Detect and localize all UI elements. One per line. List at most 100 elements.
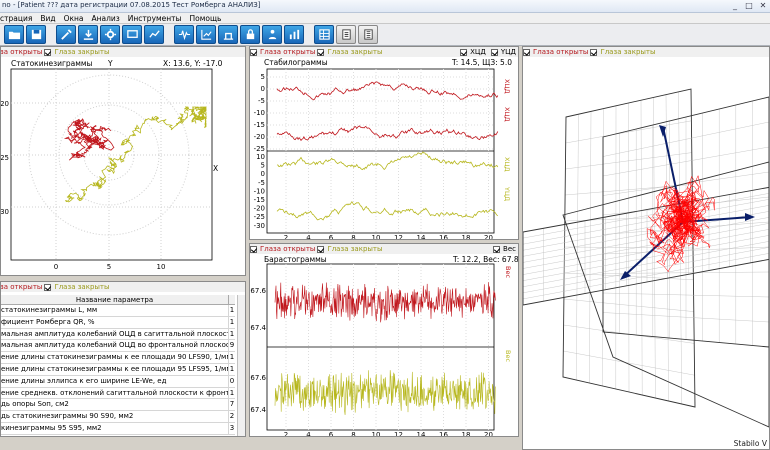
param-name: мальная амплитуда колебаний ОЦД в сагитт… <box>1 329 228 338</box>
menu-help[interactable]: Помощь <box>189 13 221 23</box>
param-value: 9 <box>228 340 235 352</box>
menu-bar: страция Вид Окна Анализ Инструменты Помо… <box>0 13 770 24</box>
pulse-icon[interactable] <box>174 25 194 44</box>
baro-x-tick: 10 <box>372 431 381 437</box>
param-name: ение длины эллипса к его ширине LE-We, е… <box>1 376 167 385</box>
param-name: ение среднекв. отклонений сагиттальной п… <box>1 388 228 397</box>
view3d-bg <box>523 57 769 449</box>
table-row[interactable]: мальная амплитуда колебаний ОЦД в сагитт… <box>1 328 235 341</box>
table-legend: Глаза открыты Глаза закрыты <box>1 282 245 292</box>
stato-x-axis-label: X <box>213 164 219 173</box>
param-value: 1 <box>228 363 235 375</box>
param-name: дь опоры Sоп, см2 <box>1 400 69 409</box>
statokinesigram-panel: Глаза открыты Глаза закрыты Статокинезиг… <box>0 46 246 276</box>
view3d-label: Stabilo V <box>733 439 767 448</box>
params-table-header: Название параметра <box>1 295 235 305</box>
statistics-icon[interactable] <box>196 25 216 44</box>
menu-analysis[interactable]: Анализ <box>92 13 120 23</box>
stato-y-tick: -30 <box>0 208 9 216</box>
param-name: мальная амплитуда колебаний ОЦД во фронт… <box>1 341 228 350</box>
baro-side-label: Вес <box>504 266 512 278</box>
stabilogram-plot[interactable]: 50-5-10-15-20-251050-5-10-15-20-25-302 4 6… <box>250 47 519 240</box>
menu-windows[interactable]: Окна <box>64 13 84 23</box>
stab-upper-tick: -25 <box>254 145 265 153</box>
baro-x-tick: 2 <box>284 431 288 437</box>
lock-icon[interactable] <box>240 25 260 44</box>
stab-lower-tick: 0 <box>261 170 265 178</box>
stabilogram-panel: Глаза открыты Глаза закрыты ХЦД YЦД Стаб… <box>249 46 519 240</box>
stab-lower-tick: -30 <box>254 222 265 230</box>
menu-view[interactable]: Вид <box>40 13 55 23</box>
table-row[interactable]: ение длины статокинезиграммы к ее площад… <box>1 363 235 376</box>
baro-tick: 67.6 <box>250 287 266 295</box>
param-value: 3 <box>228 422 235 434</box>
title-bar: no - [Patient ??? дата регистрации 07.08… <box>0 0 770 13</box>
tools-icon[interactable] <box>56 25 76 44</box>
stab-x-tick: 18 <box>462 234 471 240</box>
table-row[interactable]: ение среднекв. отклонений сагиттальной п… <box>1 387 235 400</box>
stab-upper-tick: -5 <box>258 97 265 105</box>
param-value: 0 <box>228 375 235 387</box>
baro-x-tick: 18 <box>462 431 471 437</box>
document-icon[interactable] <box>336 25 356 44</box>
param-name: ение длины статокинезиграммы к ее площад… <box>1 364 228 373</box>
stab-lower-tick: -10 <box>254 187 265 195</box>
stab-upper-tick: -20 <box>254 133 265 141</box>
stato-x-tick: 10 <box>157 263 166 271</box>
stato-x-tick: 5 <box>107 263 111 271</box>
view3d-canvas[interactable] <box>523 47 770 450</box>
baro-x-tick: 6 <box>329 431 334 437</box>
chart-icon[interactable] <box>144 25 164 44</box>
baro-x-tick: 14 <box>417 431 426 437</box>
stab-lower-tick: 5 <box>261 162 265 170</box>
download-icon[interactable] <box>78 25 98 44</box>
table-row[interactable]: кинезиграммы 95 S95, мм2 3 <box>1 422 235 435</box>
bars-icon[interactable] <box>284 25 304 44</box>
list-icon[interactable] <box>358 25 378 44</box>
window-title: no - [Patient ??? дата регистрации 07.08… <box>2 1 261 9</box>
table-row[interactable]: ение длины эллипса к его ширине LE-We, е… <box>1 375 235 388</box>
statokinesigram-plot[interactable]: -20 -25 -30 0 5 10 <box>1 47 246 276</box>
stab-lower-tick: -5 <box>258 179 265 187</box>
table-eyes-closed-checkbox[interactable] <box>44 283 52 291</box>
baro-side-label: Вес <box>504 350 512 362</box>
minimize-button[interactable]: _ <box>728 0 742 12</box>
table-row[interactable]: мальная амплитуда колебаний ОЦД во фронт… <box>1 340 235 353</box>
stab-x-tick: 2 <box>284 234 288 240</box>
close-button[interactable]: ✕ <box>756 0 770 12</box>
stab-x-tick: 12 <box>394 234 403 240</box>
baro-x-tick: 8 <box>351 431 355 437</box>
table-row[interactable]: дь статокинезиграммы 90 S90, мм2 2 <box>1 411 235 423</box>
monitor-icon[interactable] <box>122 25 142 44</box>
table-row[interactable]: дь опоры Sоп, см2 7 <box>1 399 235 412</box>
menu-registration[interactable]: страция <box>0 13 32 23</box>
folder-icon[interactable] <box>4 25 24 44</box>
param-value: 2 <box>228 411 235 422</box>
stab-x-tick: 20 <box>484 234 493 240</box>
stab-lower-tick: 10 <box>256 153 265 161</box>
maximize-button[interactable]: □ <box>742 0 756 12</box>
menu-tools[interactable]: Инструменты <box>128 13 182 23</box>
table-icon[interactable] <box>314 25 334 44</box>
stab-upper-tick: 0 <box>261 85 265 93</box>
scale-icon[interactable] <box>218 25 238 44</box>
stab-upper-tick: -10 <box>254 109 265 117</box>
table-row[interactable]: ение длины статокинезиграммы к ее площад… <box>1 352 235 364</box>
table-row[interactable]: статокинезиграммы L, мм 1 <box>1 305 235 317</box>
patient-icon[interactable] <box>262 25 282 44</box>
stato-y-tick: -20 <box>0 100 9 108</box>
table-row[interactable]: фициент Ромберга QR, % 1 <box>1 316 235 329</box>
table-scrollbar[interactable] <box>237 295 245 436</box>
barostabilogram-plot[interactable]: 67.6 67.4 67.6 67.4 2 4 6 8 10 12 14 16 18 20 Вес Вес <box>250 244 519 437</box>
params-table: Название параметра статокинезиграммы L, … <box>1 295 235 435</box>
stato-x-tick: 0 <box>54 263 58 271</box>
stab-x-tick: 6 <box>329 234 334 240</box>
stab-x-tick: 10 <box>372 234 381 240</box>
settings-icon[interactable] <box>100 25 120 44</box>
param-value: 1 <box>228 352 235 363</box>
save-icon[interactable] <box>26 25 46 44</box>
baro-tick: 67.6 <box>250 374 266 382</box>
param-value: 1 <box>228 328 235 340</box>
stab-upper-tick: -15 <box>254 121 265 129</box>
stab-x-tick: 16 <box>439 234 448 240</box>
